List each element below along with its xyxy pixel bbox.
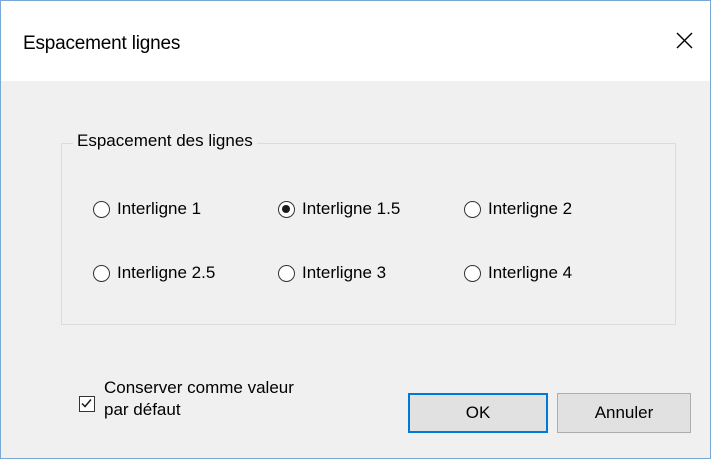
radio-interligne-2-5[interactable]: Interligne 2.5 bbox=[93, 261, 215, 285]
radio-circle[interactable] bbox=[278, 200, 295, 218]
radio-circle[interactable] bbox=[93, 264, 110, 282]
title-bar: Espacement lignes bbox=[1, 1, 710, 81]
radio-label: Interligne 2 bbox=[488, 199, 573, 218]
radio-label: Interligne 1.5 bbox=[302, 199, 401, 218]
checkbox-label: Conserver comme valeur par défaut bbox=[104, 378, 294, 419]
radio-circle[interactable] bbox=[464, 264, 481, 282]
line-spacing-dialog: Espacement lignes Espacement des lignes … bbox=[0, 0, 711, 459]
radio-label: Interligne 4 bbox=[488, 263, 573, 282]
radio-interligne-1-5[interactable]: Interligne 1.5 bbox=[278, 197, 400, 221]
radio-label: Interligne 2.5 bbox=[117, 263, 216, 282]
cancel-button[interactable]: Annuler bbox=[557, 393, 691, 433]
line-spacing-groupbox bbox=[61, 143, 676, 325]
radio-interligne-3[interactable]: Interligne 3 bbox=[278, 261, 386, 285]
close-icon bbox=[676, 32, 693, 49]
radio-circle[interactable] bbox=[93, 200, 110, 218]
keep-as-default-checkbox[interactable]: Conserver comme valeur par défaut bbox=[79, 377, 294, 421]
checkmark-icon bbox=[81, 399, 92, 408]
ok-button[interactable]: OK bbox=[408, 393, 548, 433]
radio-circle[interactable] bbox=[278, 264, 295, 282]
radio-interligne-1[interactable]: Interligne 1 bbox=[93, 197, 201, 221]
radio-interligne-4[interactable]: Interligne 4 bbox=[464, 261, 572, 285]
checkbox-box[interactable] bbox=[79, 396, 95, 412]
radio-interligne-2[interactable]: Interligne 2 bbox=[464, 197, 572, 221]
radio-circle[interactable] bbox=[464, 200, 481, 218]
dialog-title: Espacement lignes bbox=[23, 33, 181, 54]
groupbox-legend: Espacement des lignes bbox=[73, 131, 257, 151]
close-button[interactable] bbox=[654, 19, 710, 65]
radio-label: Interligne 3 bbox=[302, 263, 387, 282]
radio-label: Interligne 1 bbox=[117, 199, 202, 218]
